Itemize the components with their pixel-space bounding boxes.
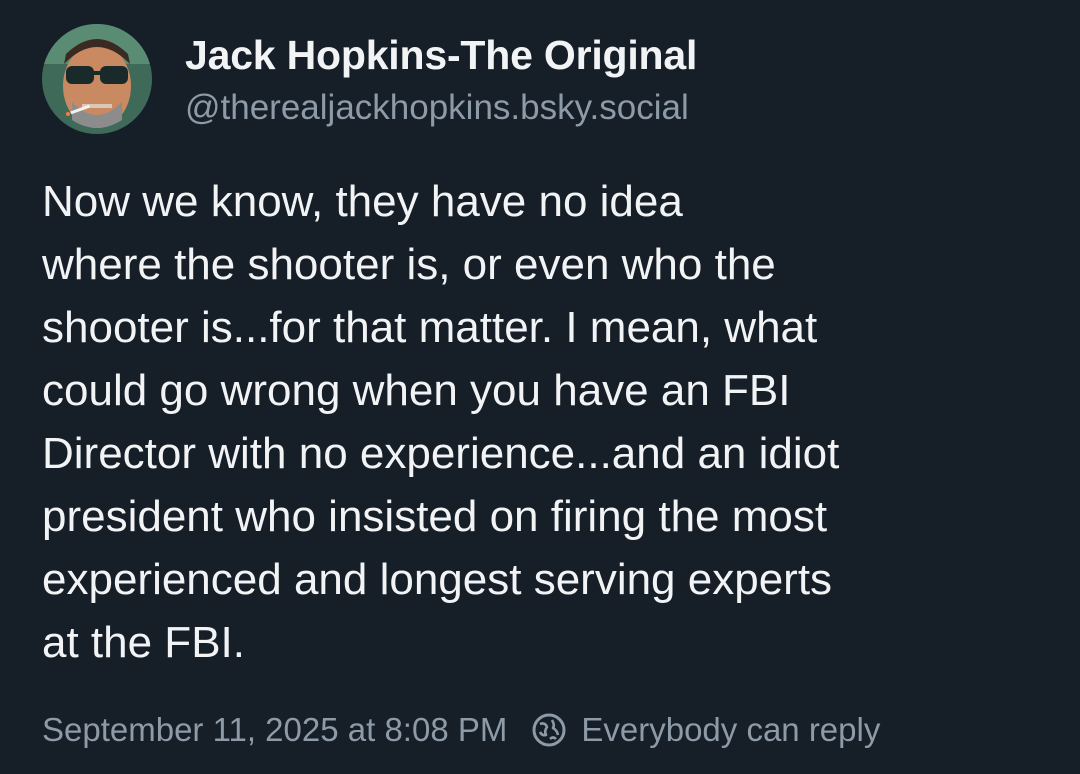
reply-setting-button[interactable]: Everybody can reply [531,711,880,749]
post-text-line: president who insisted on firing the mos… [42,492,828,541]
post-text-line: experienced and longest serving experts [42,555,833,604]
author-info: Jack Hopkins-The Original @therealjackho… [185,30,697,132]
post-text-line: where the shooter is, or even who the [42,240,776,289]
reply-setting-label: Everybody can reply [581,711,881,748]
author-avatar[interactable] [42,24,152,134]
author-handle[interactable]: @therealjackhopkins.bsky.social [185,84,697,132]
post-text-line: could go wrong when you have an FBI [42,366,791,415]
post-text-line: Now we know, they have no idea [42,177,683,226]
post-timestamp: September 11, 2025 at 8:08 PM [42,711,508,748]
author-display-name[interactable]: Jack Hopkins-The Original [185,30,697,80]
post-body: Now we know, they have no idea where the… [42,170,1052,674]
globe-icon [531,712,567,748]
post-detail: Jack Hopkins-The Original @therealjackho… [0,0,1080,774]
post-text-line: Director with no experience...and an idi… [42,429,840,478]
post-text-line: shooter is...for that matter. I mean, wh… [42,303,818,352]
post-text-line: at the FBI. [42,618,245,667]
post-meta: September 11, 2025 at 8:08 PM Everybody … [42,706,880,754]
avatar-photo-icon [42,24,152,134]
